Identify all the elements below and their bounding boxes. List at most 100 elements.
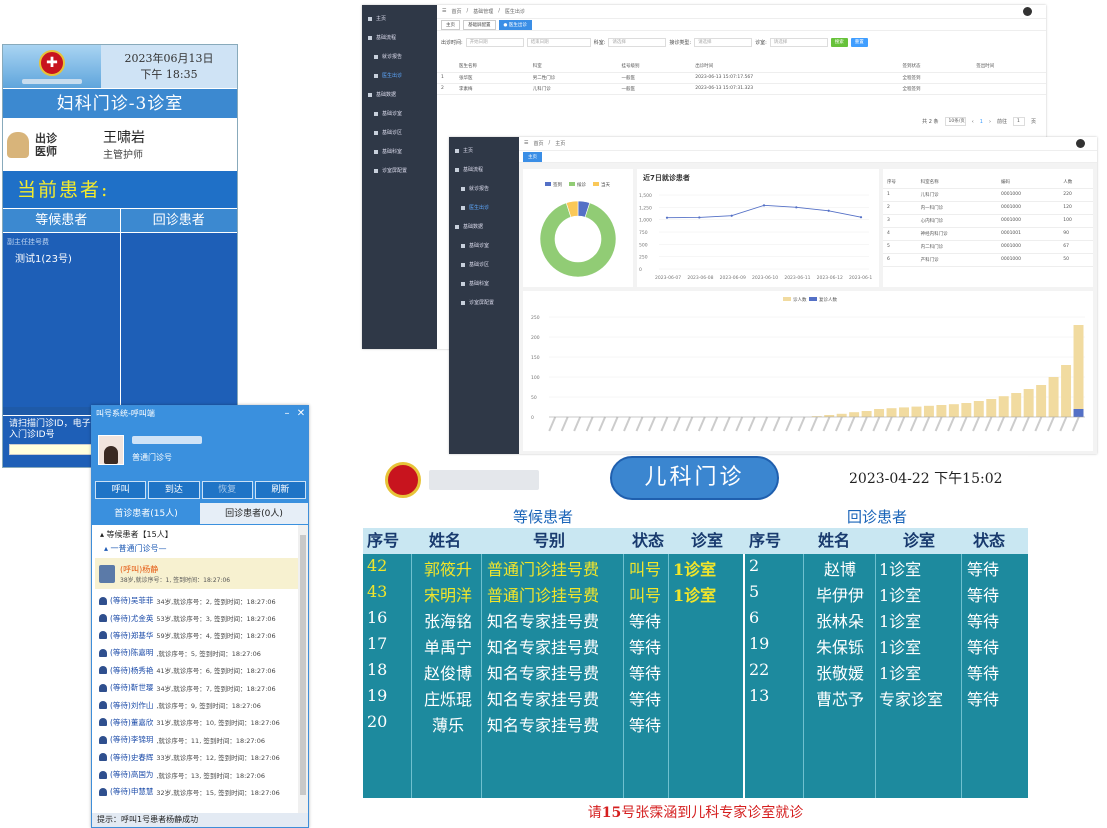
patient-name: (等待)吴菲菲 [110, 596, 154, 606]
breadcrumb-base[interactable]: 基础管理 [473, 8, 493, 15]
hdr-no: 序号 [367, 531, 400, 550]
sidebar-item-3[interactable]: 医生出诊 [362, 66, 437, 85]
table-cell: 220 [1059, 188, 1093, 202]
table-cell: 0001000 [996, 188, 1060, 202]
donut-card: 签到 候诊 当天 [523, 169, 633, 287]
clinic-id-input[interactable] [9, 444, 99, 455]
page-size-select[interactable]: 10条/页 [944, 117, 966, 126]
call-button[interactable]: 呼叫 [95, 481, 147, 499]
group-normal[interactable]: ▴ 一普通门诊号— [92, 542, 298, 556]
sidebar-item-7[interactable]: 基础科室 [362, 142, 437, 161]
calling-patient-row[interactable]: (呼叫)杨静 38岁,就诊序号：1, 签到时间：18:27:06 [95, 558, 298, 589]
recheck-row-no: 13 [749, 686, 770, 705]
dash-user-avatar[interactable] [1076, 139, 1085, 148]
sidebar-item-6[interactable]: 基础诊区 [449, 255, 519, 274]
dash-menu-toggle-icon[interactable]: ☰ [524, 140, 528, 147]
prev-page-icon[interactable]: ‹ [972, 119, 974, 125]
sidebar-item-5[interactable]: 基础诊室 [449, 236, 519, 255]
sidebar-item-0[interactable]: 主页 [362, 9, 437, 28]
list-item[interactable]: (等待)董嘉欣 31岁,就诊序号：10, 签到时间：18:27:06 [92, 714, 298, 731]
sidebar-item-1[interactable]: 基础流程 [449, 160, 519, 179]
dash-tag-home[interactable]: 主页 [523, 151, 542, 162]
sidebar-item-3[interactable]: 医生出诊 [449, 198, 519, 217]
type-select[interactable]: 请选择 [694, 37, 753, 47]
line-point [859, 216, 863, 219]
breadcrumb-home[interactable]: 首页 [451, 8, 461, 15]
list-scrollbar[interactable] [298, 525, 308, 813]
patient-name: (等待)刘作山 [110, 700, 154, 710]
restore-button[interactable]: 恢复 [201, 481, 253, 499]
sidebar-item-8[interactable]: 诊室屏配置 [362, 161, 437, 180]
peds-row-type: 普通门诊挂号费 [487, 560, 600, 579]
list-item[interactable]: (等待)尤金英 53岁,就诊序号：3, 签到时间：18:27:06 [92, 609, 298, 626]
current-page[interactable]: 1 [980, 119, 983, 125]
menu-toggle-icon[interactable]: ☰ [442, 8, 446, 15]
menu-icon [368, 35, 372, 40]
list-item[interactable]: (等待)陈嘉明 ,就诊序号：5, 签到时间：18:27:06 [92, 644, 298, 661]
tag-screen-config[interactable]: 基础屏配置 [463, 19, 496, 30]
y-tick: 1,250 [639, 205, 652, 211]
start-date-input[interactable]: 开始日期 [465, 37, 524, 47]
next-page-icon[interactable]: › [989, 119, 991, 125]
current-patient-label: 当前患者: [3, 171, 237, 209]
person-icon [99, 701, 107, 710]
sidebar-item-8[interactable]: 诊室屏配置 [449, 293, 519, 312]
peds-row-state: 等待 [629, 690, 662, 709]
tag-doctor[interactable]: ● 医生出诊 [498, 19, 532, 30]
person-icon [99, 666, 107, 675]
x-tick-label [835, 416, 843, 432]
col-header: 出诊时间 [691, 61, 899, 73]
list-item[interactable]: (等待)申慧慧 32岁,就诊序号：15, 签到时间：18:27:06 [92, 783, 298, 800]
list-item[interactable]: (等待)郑基华 59岁,就诊序号：4, 签到时间：18:27:06 [92, 627, 298, 644]
sidebar-item-1[interactable]: 基础流程 [362, 28, 437, 47]
bar [886, 408, 897, 417]
tab-first-visit[interactable]: 首诊患者(15人) [92, 503, 200, 524]
list-item[interactable]: (等待)刘作山 ,就诊序号：9, 签到时间：18:27:06 [92, 696, 298, 713]
table-row: 2 内一科门诊 0001000 120 [883, 201, 1093, 215]
patient-name: (等待)高国为 [110, 770, 154, 780]
list-item[interactable]: (等待)靳世璎 34岁,就诊序号：7, 签到时间：18:27:06 [92, 679, 298, 696]
user-avatar[interactable] [1023, 7, 1032, 16]
refresh-button[interactable]: 刷新 [254, 481, 306, 499]
minimize-icon[interactable]: – [280, 406, 294, 422]
legend-label: 复诊人数 [819, 296, 837, 303]
sidebar-item-7[interactable]: 基础科室 [449, 274, 519, 293]
tag-home[interactable]: 主页 [441, 19, 460, 30]
end-date-input[interactable]: 结束日期 [526, 37, 591, 47]
dept-stats-table: 序号 科室名称 编码 人数 1 儿科门诊 0001000 220 2 内一科门诊 0001000 1… [883, 177, 1093, 267]
reset-button[interactable]: 重置 [850, 37, 868, 47]
sidebar-item-4[interactable]: 基础数据 [362, 85, 437, 104]
sidebar-item-4[interactable]: 基础数据 [449, 217, 519, 236]
sidebar-item-0[interactable]: 主页 [449, 141, 519, 160]
sidebar-item-2[interactable]: 就诊报告 [449, 179, 519, 198]
peds-row-room: 1诊室 [673, 560, 717, 579]
close-icon[interactable]: ✕ [294, 406, 308, 422]
goto-input[interactable]: 1 [1012, 117, 1025, 126]
room-select[interactable]: 请选择 [769, 37, 828, 47]
table-row[interactable]: 1 张华医 男二性门诊 一般医 2023-06-13 15:07:17.567 全程签到 [437, 72, 1046, 84]
menu-icon [374, 168, 378, 173]
list-item[interactable]: (等待)吴菲菲 34岁,就诊序号：2, 签到时间：18:27:06 [92, 592, 298, 609]
search-button[interactable]: 搜索 [830, 37, 848, 47]
patient-detail: ,就诊序号：5, 签到时间：18:27:06 [156, 649, 261, 658]
arrive-button[interactable]: 到达 [148, 481, 200, 499]
list-item[interactable]: (等待)李锦玥 ,就诊序号：11, 签到时间：18:27:06 [92, 731, 298, 748]
menu-icon [374, 54, 378, 59]
line-point [698, 216, 701, 219]
dash-breadcrumb-home[interactable]: 首页 [533, 140, 543, 147]
y-tick: 250 [639, 255, 648, 261]
waiting-patient: 测试1(23号) [15, 254, 72, 265]
legend-label: 当天 [601, 181, 610, 188]
recheck-row-name: 毕伊伊 [815, 586, 864, 605]
peds-row-type: 知名专家挂号费 [487, 716, 600, 735]
list-item[interactable]: (等待)史春辉 33岁,就诊序号：12, 签到时间：18:27:06 [92, 749, 298, 766]
tab-recheck[interactable]: 回诊患者(0人) [200, 503, 308, 524]
sidebar-item-6[interactable]: 基础诊区 [362, 123, 437, 142]
sidebar-item-2[interactable]: 就诊报告 [362, 47, 437, 66]
table-row[interactable]: 2 李素梅 儿科门诊 一般医 2023-06-13 15:07:31.323 全程签到 [437, 83, 1046, 95]
list-item[interactable]: (等待)杨秀艳 41岁,就诊序号：6, 签到时间：18:27:06 [92, 662, 298, 679]
group-waiting[interactable]: ▴ 等候患者【15人】 [92, 528, 298, 542]
sidebar-item-5[interactable]: 基础诊室 [362, 104, 437, 123]
list-item[interactable]: (等待)高国为 ,就诊序号：13, 签到时间：18:27:06 [92, 766, 298, 783]
dept-select[interactable]: 请选择 [608, 37, 667, 47]
